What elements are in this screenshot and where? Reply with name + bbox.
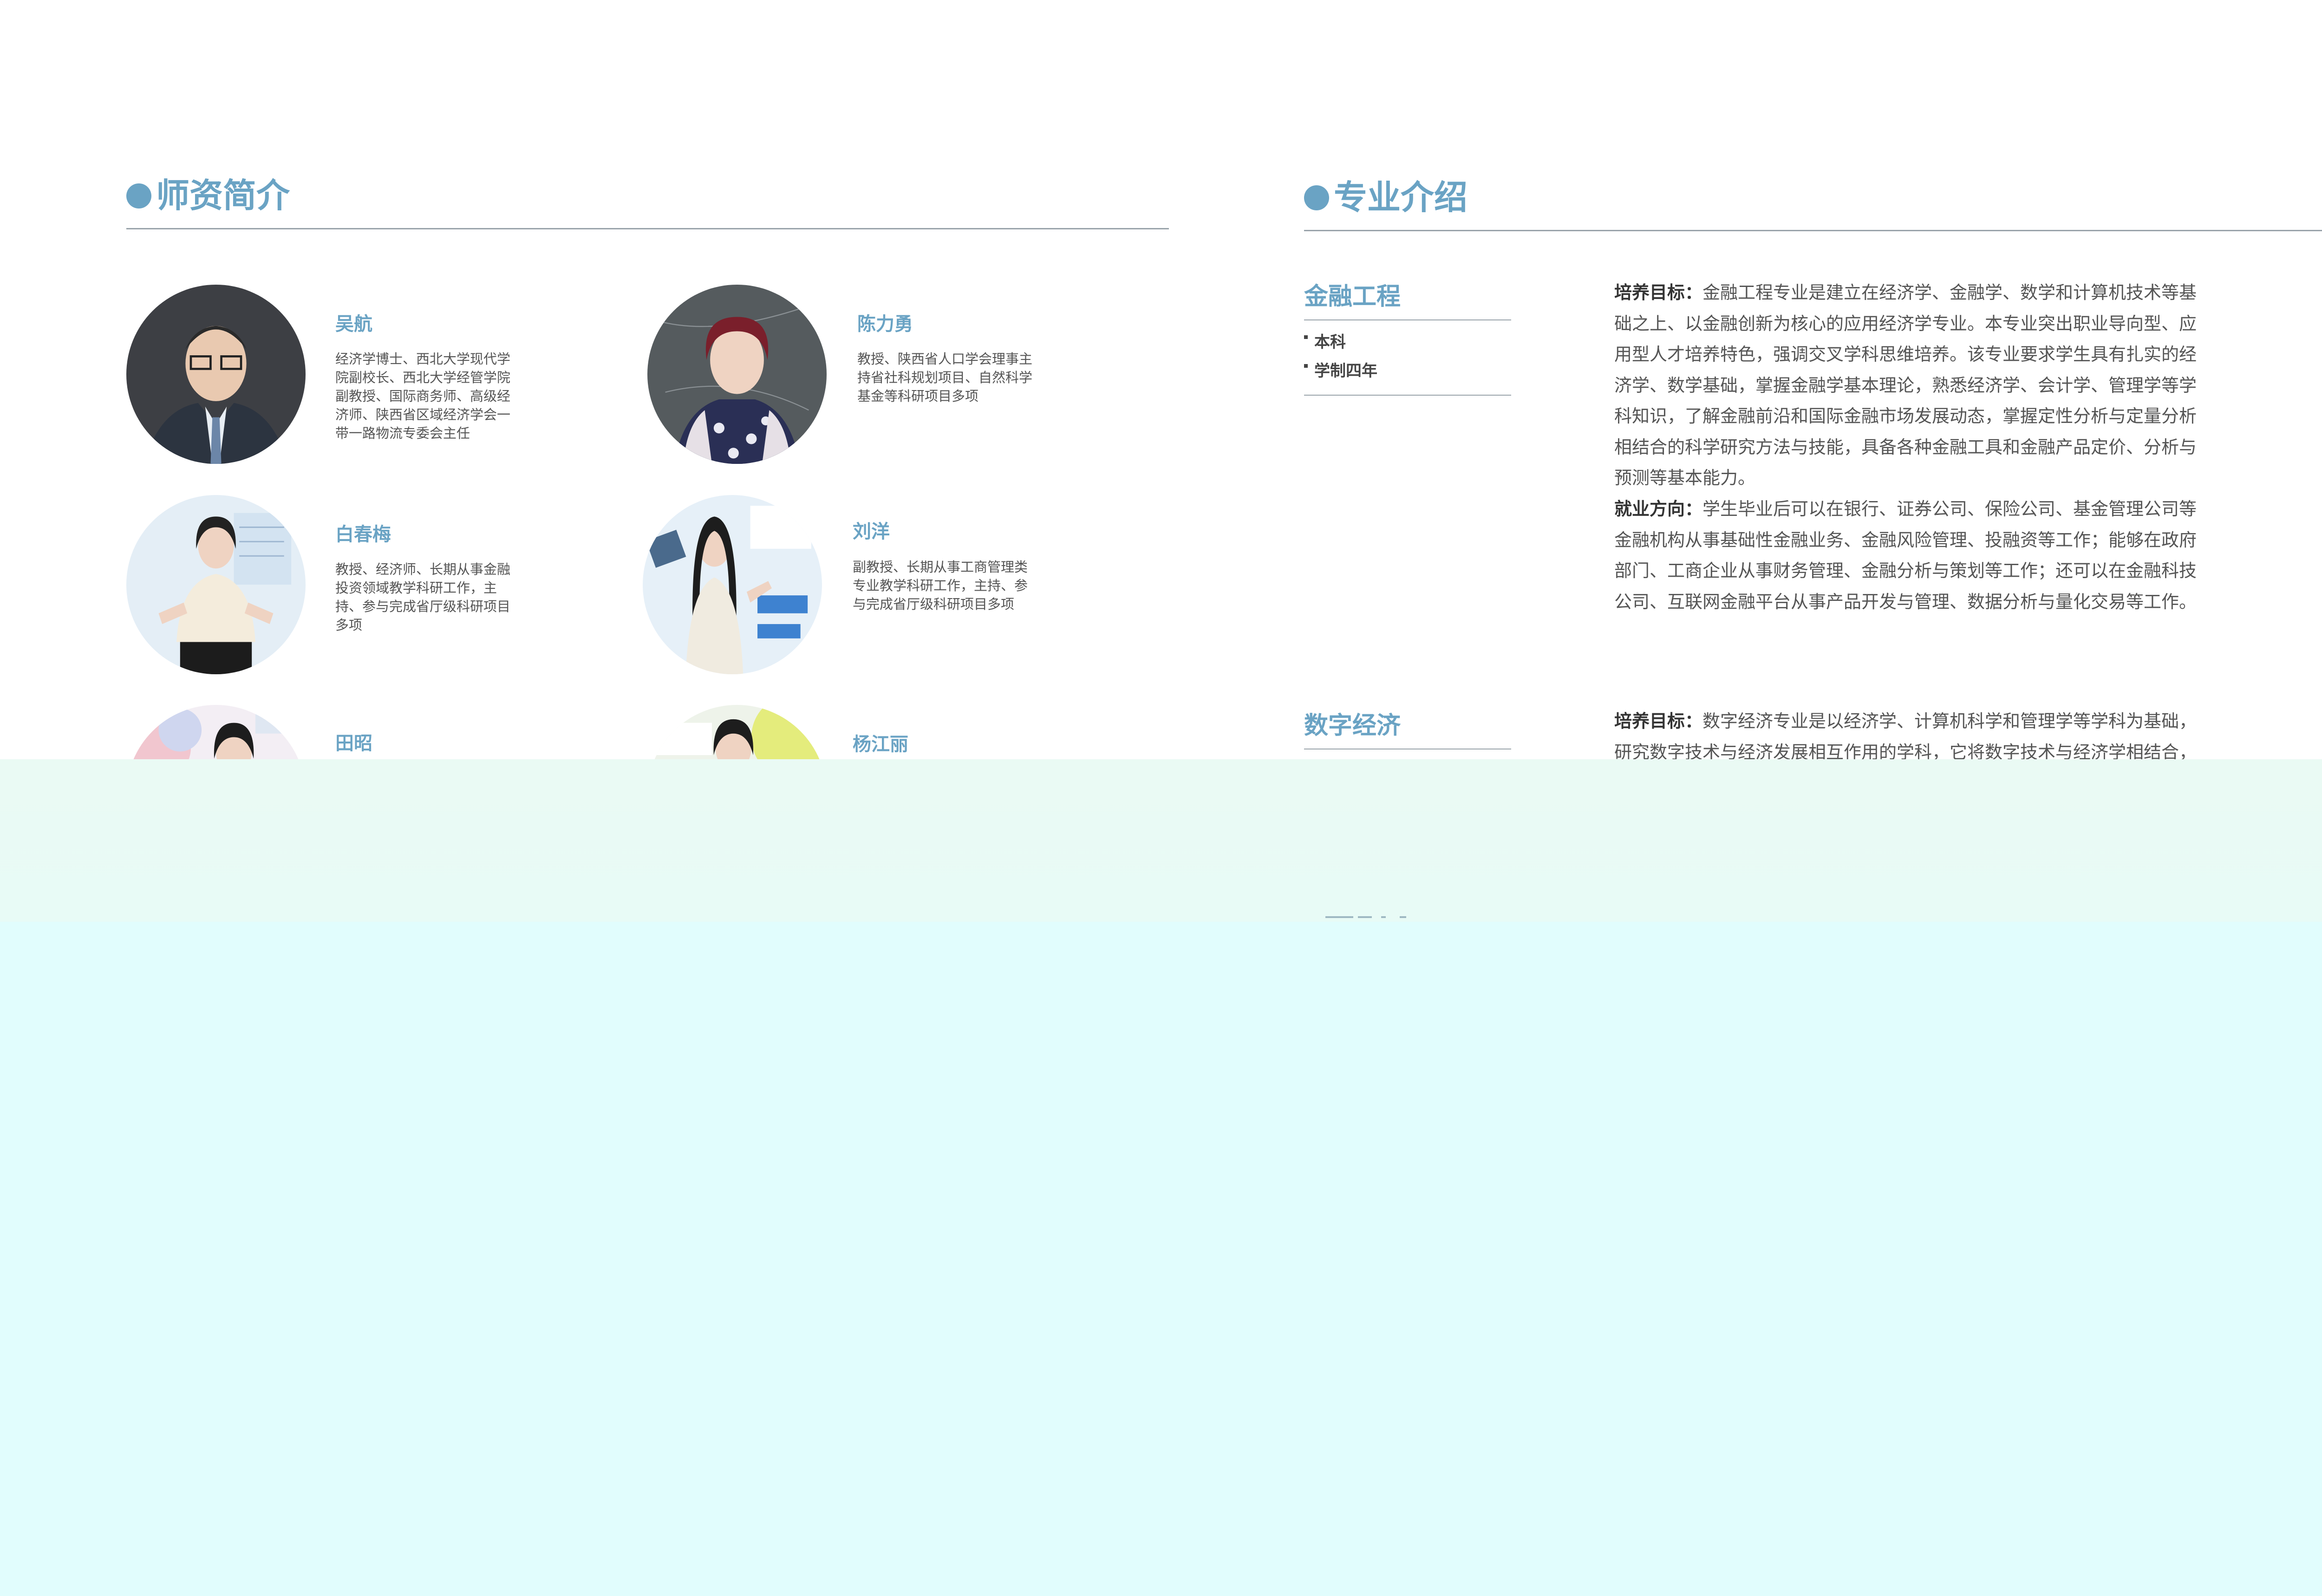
overlay-band: [0, 759, 2322, 922]
faculty-section-title-text: 师资简介: [156, 177, 290, 215]
portrait-photo: [126, 495, 306, 674]
faculty-name: 陈力勇: [857, 314, 913, 334]
major-section-title-text: 专业介绍: [1334, 179, 1468, 216]
faculty-section-title: 师资简介: [126, 179, 290, 213]
bullet-dot-icon: [1304, 185, 1329, 210]
faculty-name: 田昭: [335, 733, 372, 754]
major-name: 金融工程: [1304, 283, 1401, 310]
major-meta-divider: [1304, 395, 1511, 396]
faculty-description: 教授、陕西省人口学会理事主持省社科规划项目、自然科学基金等科研项目多项: [857, 352, 1033, 404]
scan-artifact: [1325, 916, 1409, 919]
faculty-name: 杨江丽: [853, 734, 908, 755]
major-name: 数字经济: [1304, 712, 1401, 739]
training-goal-text: 金融工程专业是建立在经济学、金融学、数学和计算机技术等基础之上、以金融创新为核心…: [1614, 283, 2197, 488]
duration-label: 学制四年: [1304, 363, 1377, 379]
faculty-name: 刘洋: [853, 521, 890, 542]
career-paragraph: 就业方向：学生毕业后可以在银行、证券公司、保险公司、基金管理公司等金融机构从事基…: [1614, 494, 2213, 618]
faculty-description: 副教授、长期从事工商管理类专业教学科研工作，主持、参与完成省厅级科研项目多项: [853, 560, 1028, 612]
major-section-title: 专业介绍: [1304, 181, 1468, 215]
overlay-panel: [0, 922, 2322, 1596]
career-label: 就业方向：: [1614, 500, 1703, 519]
training-goal-label: 培养目标：: [1614, 283, 1703, 303]
training-goal-paragraph: 培养目标：金融工程专业是建立在经济学、金融学、数学和计算机技术等基础之上、以金融…: [1614, 278, 2213, 494]
faculty-description: 经济学博士、西北大学现代学院副校长、西北大学经管学院副教授、国际商务师、高级经济…: [335, 352, 511, 441]
bullet-dot-icon: [126, 183, 151, 208]
portrait-photo: [126, 285, 306, 464]
degree-label: 本科: [1304, 334, 1346, 350]
major-section-divider: [1304, 230, 2322, 231]
faculty-name: 白春梅: [335, 524, 391, 545]
faculty-description: 教授、经济师、长期从事金融投资领域教学科研工作，主持、参与完成省厅级科研项目多项: [335, 562, 511, 633]
training-goal-label: 培养目标：: [1614, 712, 1703, 731]
portrait-photo: [647, 285, 827, 464]
faculty-name: 吴航: [335, 314, 372, 334]
faculty-section-divider: [126, 228, 1169, 229]
major-name-divider: [1304, 319, 1511, 320]
portrait-photo: [643, 495, 822, 674]
